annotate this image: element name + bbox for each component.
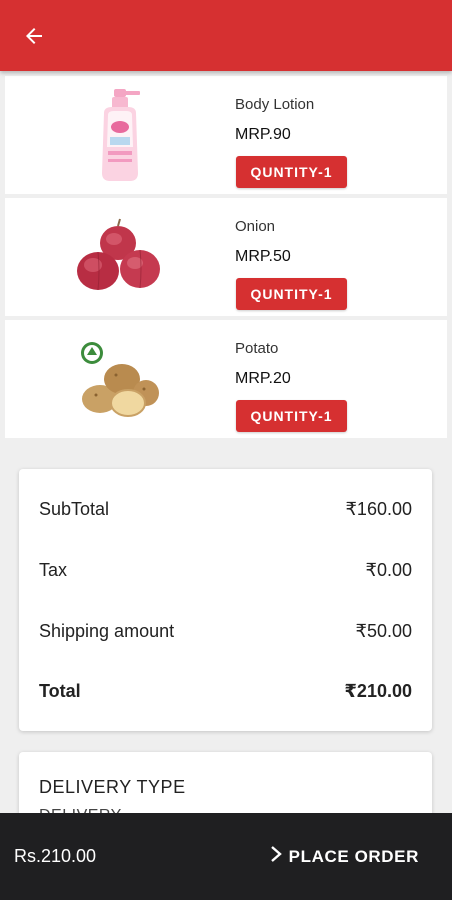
product-name: Body Lotion [235,96,315,113]
product-price: MRP.90 [235,126,291,143]
subtotal-label: SubTotal [39,499,110,519]
bottom-total: Rs.210.00 [14,846,97,866]
product-card-body-lotion[interactable]: Body Lotion MRP.90 QUNTITY-1 [5,76,447,194]
onion-image [65,206,175,308]
shipping-label: Shipping amount [39,621,175,641]
product-card-onion[interactable]: Onion MRP.50 QUNTITY-1 [5,198,447,316]
quantity-button[interactable]: QUNTITY-1 [236,156,347,188]
order-summary-card: SubTotal ₹160.00 Tax ₹0.00 Shipping amou… [19,469,432,731]
quantity-button[interactable]: QUNTITY-1 [236,400,347,432]
place-order-label: PLACE ORDER [288,846,419,866]
lotion-bottle-image [65,84,175,186]
product-name: Potato [235,340,279,357]
total-value: ₹210.00 [344,681,412,701]
shipping-row: Shipping amount ₹50.00 [39,621,412,642]
app-bar [0,0,452,71]
delivery-type-title: DELIVERY TYPE [39,777,186,797]
product-list: Body Lotion MRP.90 QUNTITY-1 Onion MRP.5… [5,76,447,442]
quantity-button[interactable]: QUNTITY-1 [236,278,347,310]
tax-value: ₹0.00 [365,560,413,580]
subtotal-row: SubTotal ₹160.00 [39,499,412,520]
total-row: Total ₹210.00 [39,681,412,702]
total-label: Total [39,681,81,701]
product-card-potato[interactable]: Potato MRP.20 QUNTITY-1 [5,320,447,438]
place-order-button[interactable]: PLACE ORDER [269,845,419,868]
bottom-bar: Rs.210.00 PLACE ORDER [0,813,452,900]
arrow-left-icon[interactable] [20,22,48,50]
chevron-right-icon [269,845,283,868]
product-name: Onion [235,218,276,235]
tax-label: Tax [39,560,68,580]
product-price: MRP.20 [235,370,291,387]
potato-image [65,328,175,430]
subtotal-value: ₹160.00 [345,499,412,519]
product-price: MRP.50 [235,248,291,265]
shipping-value: ₹50.00 [355,621,413,641]
tax-row: Tax ₹0.00 [39,560,412,581]
